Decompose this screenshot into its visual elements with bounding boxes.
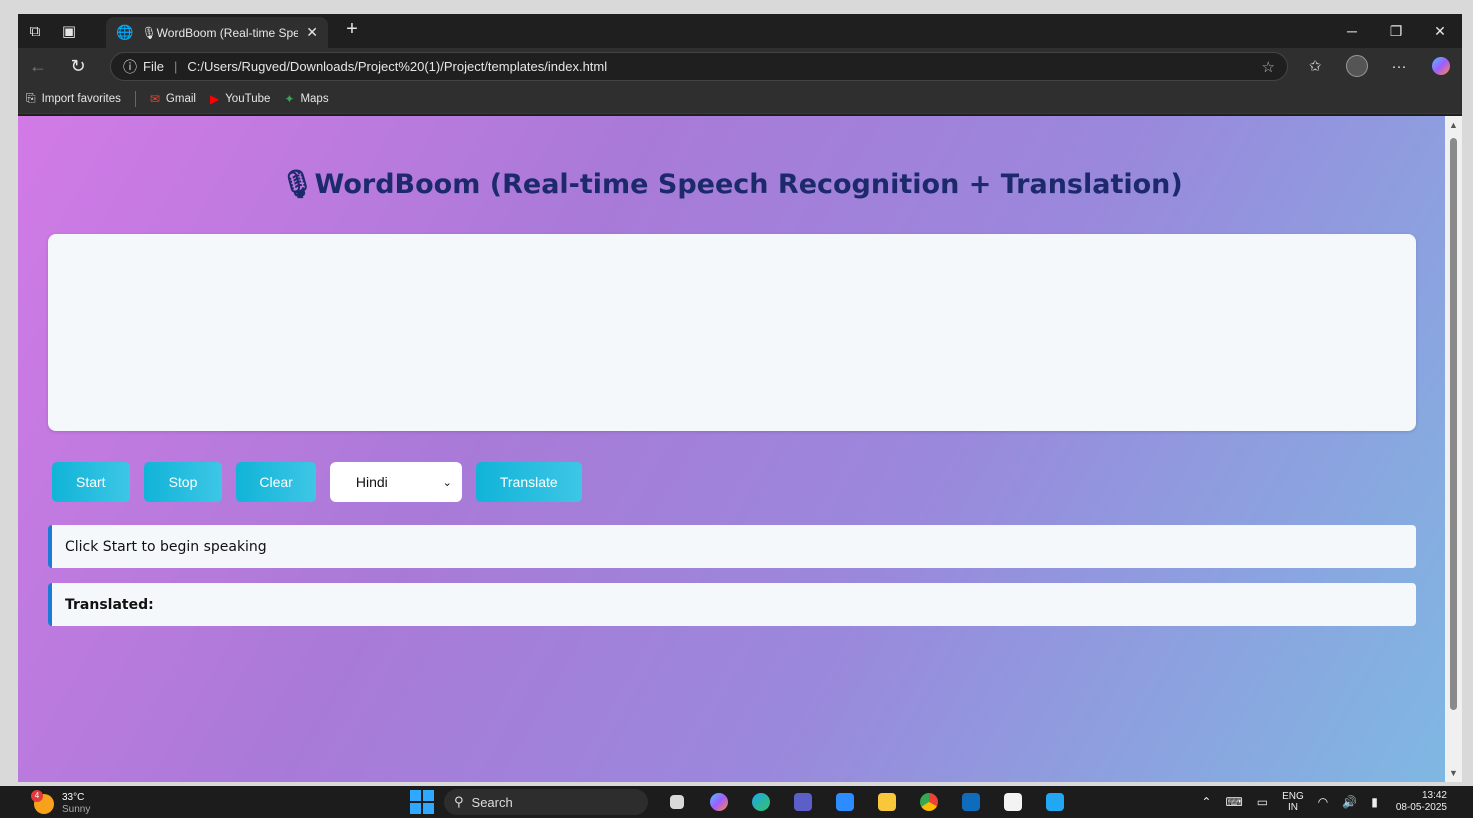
window-controls: ─ ❐ ✕ <box>1330 14 1462 48</box>
start-button[interactable]: Start <box>52 462 130 502</box>
page-content: 🎙WordBoom (Real-time Speech Recognition … <box>18 116 1445 782</box>
clock-time: 13:42 <box>1421 790 1447 801</box>
system-tray: ⌃ ⌨ ▭ ENG IN ◠ 🔊 ▮ 13:42 08-05-2025 <box>1187 786 1447 818</box>
windows-start-icon[interactable] <box>410 790 434 814</box>
favorites-divider <box>134 90 136 107</box>
favorite-label: YouTube <box>225 92 271 105</box>
more-icon[interactable]: ··· <box>1378 48 1420 84</box>
search-label: Search <box>471 794 513 810</box>
zoom-icon[interactable] <box>830 789 860 815</box>
translate-button[interactable]: Translate <box>475 462 582 502</box>
favorite-youtube[interactable]: ▶ YouTube <box>210 92 270 106</box>
keyboard-icon[interactable]: ⌨ <box>1225 795 1242 809</box>
taskbar-search[interactable]: ⚲ Search <box>444 789 648 815</box>
refresh-icon[interactable]: ↻ <box>58 48 98 84</box>
volume-icon[interactable]: 🔊 <box>1342 795 1357 809</box>
scroll-up-icon[interactable]: ▲ <box>1445 120 1462 130</box>
tablet-icon[interactable]: ▭ <box>1257 795 1268 809</box>
page-title: 🎙WordBoom (Real-time Speech Recognition … <box>280 169 1183 200</box>
scroll-thumb[interactable] <box>1450 138 1457 710</box>
chevron-down-icon: ⌄ <box>442 476 452 489</box>
back-icon[interactable]: ← <box>18 48 58 84</box>
toolbar-right: ✩ ··· <box>1294 48 1462 84</box>
file-label: File <box>143 59 164 74</box>
taskbar-apps: ⚲ Search <box>410 786 1082 818</box>
weather-widget[interactable]: 4 33°C Sunny <box>31 790 91 816</box>
battery-icon[interactable]: ▮ <box>1371 795 1378 809</box>
youtube-icon: ▶ <box>209 91 220 106</box>
language-top: ENG <box>1282 791 1304 802</box>
favorite-maps[interactable]: ✦ Maps <box>284 92 328 106</box>
page-scrollbar[interactable]: ▲ ▼ <box>1445 116 1462 782</box>
globe-icon: 🌐 <box>116 24 134 40</box>
tab-actions-icon[interactable]: ▣ <box>52 14 86 48</box>
weather-condition: Sunny <box>62 804 91 815</box>
file-explorer-icon[interactable] <box>872 789 902 815</box>
language-bottom: IN <box>1287 802 1298 813</box>
maps-icon: ✦ <box>284 91 295 106</box>
status-message: Click Start to begin speaking <box>48 525 1416 568</box>
taskbar: 4 33°C Sunny ⚲ Search ⌃ ⌨ ▭ ENG IN ◠ 🔊 ▮… <box>0 786 1473 818</box>
teams-icon[interactable] <box>788 789 818 815</box>
language-select-value: Hindi <box>355 474 388 490</box>
translated-output: Translated: <box>48 583 1416 626</box>
workspaces-icon[interactable]: ⧉ <box>18 14 52 48</box>
outlook-icon[interactable] <box>956 789 986 815</box>
address-row: ← ↻ ⓘ File | C:/Users/Rugved/Downloads/P… <box>18 48 1462 84</box>
controls-row: Start Stop Clear Hindi ⌄ Translate <box>52 462 596 502</box>
store-icon[interactable] <box>998 789 1028 815</box>
edge-icon[interactable] <box>746 789 776 815</box>
clock[interactable]: 13:42 08-05-2025 <box>1396 790 1447 814</box>
language-indicator[interactable]: ENG IN <box>1282 791 1304 813</box>
clock-date: 08-05-2025 <box>1395 802 1447 813</box>
scroll-down-icon[interactable]: ▼ <box>1445 768 1462 778</box>
task-view-icon[interactable] <box>662 789 692 815</box>
stop-button[interactable]: Stop <box>143 462 223 502</box>
clear-button[interactable]: Clear <box>236 462 316 502</box>
favorites-icon[interactable]: ✩ <box>1294 48 1336 84</box>
address-bar[interactable]: ⓘ File | C:/Users/Rugved/Downloads/Proje… <box>110 52 1288 81</box>
url-text[interactable]: C:/Users/Rugved/Downloads/Project%20(1)/… <box>187 59 1261 74</box>
tab-bar: ⧉ ▣ 🌐 🎙WordBoom (Real-time Speech ✕ + ─ … <box>18 14 1462 48</box>
browser-window: ⧉ ▣ 🌐 🎙WordBoom (Real-time Speech ✕ + ─ … <box>18 14 1462 782</box>
address-separator: | <box>173 59 178 74</box>
new-tab-button[interactable]: + <box>338 18 366 41</box>
info-icon[interactable]: ⓘ <box>123 57 137 77</box>
favorite-label: Maps <box>300 92 329 105</box>
sun-icon: 4 <box>31 790 54 814</box>
wifi-icon[interactable]: ◠ <box>1318 795 1328 809</box>
notification-badge: 4 <box>31 790 43 802</box>
chevron-up-icon[interactable]: ⌃ <box>1201 795 1211 809</box>
vscode-icon[interactable] <box>1040 789 1070 815</box>
gmail-icon: ✉ <box>149 91 160 106</box>
import-icon: ⎘ <box>26 91 36 105</box>
close-tab-icon[interactable]: ✕ <box>306 24 318 41</box>
favorites-bar: ⎘ Import favorites ✉ Gmail ▶ YouTube ✦ M… <box>18 84 1462 114</box>
weather-temp: 33°C <box>62 792 85 803</box>
favorite-import[interactable]: ⎘ Import favorites <box>26 91 121 106</box>
language-select[interactable]: Hindi ⌄ <box>329 462 462 502</box>
favorite-label: Import favorites <box>41 92 121 105</box>
chrome-icon[interactable] <box>914 789 944 815</box>
minimize-icon[interactable]: ─ <box>1330 14 1374 48</box>
copilot-app-icon[interactable] <box>704 789 734 815</box>
close-window-icon[interactable]: ✕ <box>1418 14 1462 48</box>
tab-wordboom[interactable]: 🌐 🎙WordBoom (Real-time Speech ✕ <box>106 17 328 48</box>
profile-avatar[interactable] <box>1336 48 1378 84</box>
restore-icon[interactable]: ❐ <box>1374 14 1418 48</box>
favorite-label: Gmail <box>165 92 196 105</box>
transcript-box[interactable] <box>48 234 1416 431</box>
favorite-gmail[interactable]: ✉ Gmail <box>150 92 196 106</box>
favorite-star-icon[interactable]: ☆ <box>1262 58 1275 76</box>
copilot-icon[interactable] <box>1420 48 1462 84</box>
search-icon: ⚲ <box>454 794 464 809</box>
tab-title: 🎙WordBoom (Real-time Speech <box>141 25 299 40</box>
